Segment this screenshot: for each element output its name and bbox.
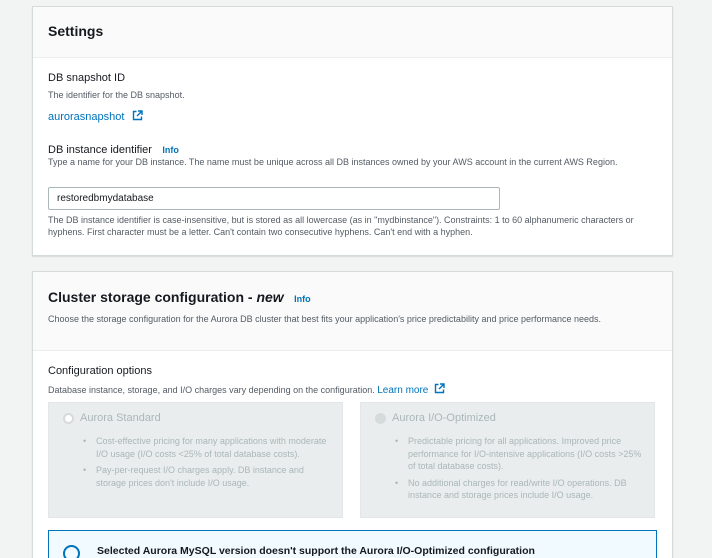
cluster-title: Cluster storage configuration - (48, 289, 257, 305)
external-link-icon (434, 383, 445, 394)
aurora-io-optimized-bullets: Predictable pricing for all applications… (395, 435, 645, 506)
configuration-options-label: Configuration options (48, 365, 152, 377)
list-item: No additional charges for read/write I/O… (395, 477, 645, 502)
aurora-standard-bullets: Cost-effective pricing for many applicat… (83, 435, 333, 493)
cluster-description: Choose the storage configuration for the… (48, 314, 602, 324)
info-alert: Selected Aurora MySQL version doesn't su… (48, 530, 657, 558)
settings-header: Settings (33, 7, 672, 58)
instance-info-link[interactable]: Info (162, 145, 179, 155)
snapshot-id-description: The identifier for the DB snapshot. (48, 90, 185, 100)
learn-more-link[interactable]: Learn more (377, 385, 428, 396)
aurora-io-optimized-title: Aurora I/O-Optimized (392, 412, 496, 424)
snapshot-link-text[interactable]: aurorasnapshot (48, 111, 124, 123)
cluster-header: Cluster storage configuration - new Info… (33, 272, 672, 351)
instance-identifier-label: DB instance identifier (48, 144, 152, 156)
list-item: Pay-per-request I/O charges apply. DB in… (83, 464, 333, 489)
instance-identifier-description: Type a name for your DB instance. The na… (48, 157, 618, 167)
info-icon (63, 545, 80, 558)
aurora-standard-radio[interactable] (63, 413, 74, 424)
settings-title: Settings (48, 23, 104, 39)
snapshot-id-label: DB snapshot ID (48, 72, 126, 84)
cluster-title-new: new (256, 289, 284, 305)
alert-message: Selected Aurora MySQL version doesn't su… (97, 545, 535, 557)
aurora-io-optimized-radio[interactable] (375, 413, 386, 424)
snapshot-link[interactable]: aurorasnapshot (48, 107, 143, 125)
instance-identifier-input[interactable]: restoredbmydatabase (48, 187, 500, 210)
aurora-standard-title: Aurora Standard (80, 412, 161, 424)
settings-panel: Settings DB snapshot ID The identifier f… (32, 6, 673, 256)
cluster-title-row: Cluster storage configuration - new Info (48, 289, 672, 307)
list-item: Cost-effective pricing for many applicat… (83, 435, 333, 460)
cluster-info-link[interactable]: Info (294, 294, 311, 304)
instance-identifier-hint: The DB instance identifier is case-insen… (48, 215, 634, 237)
aurora-io-optimized-tile[interactable]: Aurora I/O-Optimized Predictable pricing… (360, 402, 655, 518)
external-link-icon (132, 110, 143, 121)
aurora-standard-tile[interactable]: Aurora Standard Cost-effective pricing f… (48, 402, 343, 518)
list-item: Predictable pricing for all applications… (395, 435, 645, 473)
configuration-options-description: Database instance, storage, and I/O char… (48, 385, 378, 395)
cluster-storage-panel: Cluster storage configuration - new Info… (32, 271, 673, 558)
configuration-options-description-row: Database instance, storage, and I/O char… (48, 383, 445, 396)
